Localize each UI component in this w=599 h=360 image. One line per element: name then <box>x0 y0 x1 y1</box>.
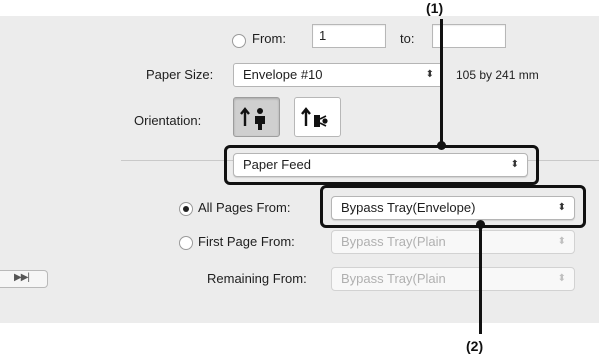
portrait-orientation-icon <box>240 107 265 130</box>
skip-to-end-button[interactable]: ▶▶| <box>0 270 48 288</box>
all-pages-radio[interactable] <box>179 202 193 216</box>
first-page-label: First Page From: <box>198 234 295 249</box>
landscape-orientation-icon <box>301 107 328 127</box>
paper-size-dimensions: 105 by 241 mm <box>456 68 539 82</box>
first-page-source-value: Bypass Tray(Plain <box>341 234 446 249</box>
paper-size-value: Envelope #10 <box>243 67 323 82</box>
remaining-source-select[interactable]: Bypass Tray(Plain ⬍ <box>331 267 575 291</box>
all-pages-label: All Pages From: <box>198 200 291 215</box>
first-page-source-select[interactable]: Bypass Tray(Plain ⬍ <box>331 230 575 254</box>
up-down-arrows-icon: ⬍ <box>557 236 566 247</box>
callout-box-1 <box>224 145 539 185</box>
first-page-radio[interactable] <box>179 236 193 250</box>
paper-size-select[interactable]: Envelope #10 ⬍ <box>233 63 443 87</box>
pages-to-field[interactable] <box>432 24 506 48</box>
callout-leader-2 <box>479 226 482 334</box>
paper-size-label: Paper Size: <box>146 67 214 82</box>
callout-label-1: (1) <box>426 0 444 16</box>
remaining-source-value: Bypass Tray(Plain <box>341 271 446 286</box>
up-down-arrows-icon: ⬍ <box>425 69 434 80</box>
orientation-landscape-button[interactable] <box>294 97 341 137</box>
pages-from-radio[interactable] <box>232 34 246 48</box>
callout-label-2: (2) <box>466 338 484 354</box>
skip-forward-icon: ▶▶| <box>14 272 30 283</box>
orientation-portrait-button[interactable] <box>233 97 280 137</box>
orientation-label: Orientation: <box>134 113 202 128</box>
callout-leader-1 <box>440 19 443 145</box>
pages-from-label: From: <box>252 31 286 46</box>
pages-from-field[interactable]: 1 <box>312 24 386 48</box>
callout-box-2 <box>320 185 586 228</box>
up-down-arrows-icon: ⬍ <box>557 273 566 284</box>
pages-to-label: to: <box>400 31 415 46</box>
remaining-label: Remaining From: <box>207 271 307 286</box>
